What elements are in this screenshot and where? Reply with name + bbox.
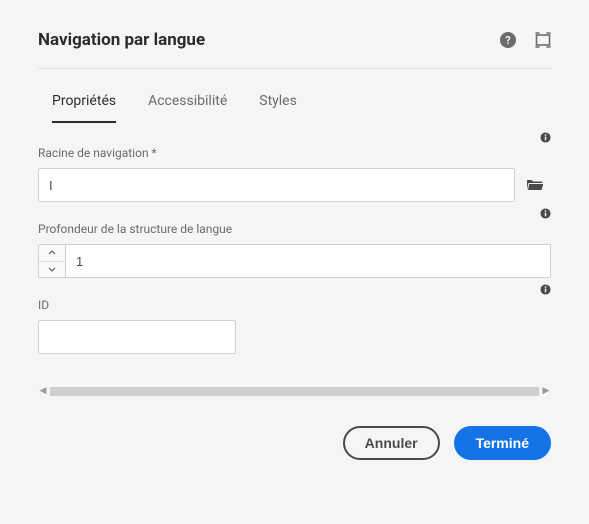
cancel-button[interactable]: Annuler [343, 426, 440, 460]
tab-styles[interactable]: Styles [259, 93, 297, 123]
scrollbar-thumb[interactable] [50, 387, 539, 396]
dialog-container: Navigation par langue ? Propriétés Acces… [0, 0, 589, 480]
id-input[interactable] [38, 320, 236, 354]
stepper-controls [38, 244, 66, 278]
svg-text:?: ? [505, 34, 511, 47]
tab-properties[interactable]: Propriétés [52, 93, 116, 123]
scroll-left-icon[interactable]: ◀ [38, 386, 48, 396]
form-panel: Racine de navigation * Profondeur de la … [38, 146, 551, 398]
header-actions: ? [499, 31, 551, 49]
dialog-header: Navigation par langue ? [38, 30, 551, 69]
chevron-down-icon[interactable] [39, 262, 65, 278]
scroll-right-icon[interactable]: ▶ [541, 386, 551, 396]
dialog-title: Navigation par langue [38, 30, 205, 50]
folder-open-icon[interactable] [519, 168, 551, 202]
tab-accessibility[interactable]: Accessibilité [148, 93, 227, 123]
done-button[interactable]: Terminé [454, 426, 551, 460]
tab-list: Propriétés Accessibilité Styles [38, 93, 551, 124]
dialog-footer: Annuler Terminé [38, 426, 551, 460]
help-icon[interactable]: ? [499, 31, 517, 49]
id-label: ID [38, 298, 551, 312]
nav-root-label: Racine de navigation * [38, 146, 551, 160]
fullscreen-icon[interactable] [535, 32, 551, 48]
structure-depth-input[interactable] [66, 244, 551, 278]
structure-depth-label: Profondeur de la structure de langue [38, 222, 551, 236]
info-icon[interactable] [540, 284, 551, 298]
info-icon[interactable] [540, 208, 551, 222]
chevron-up-icon[interactable] [39, 245, 65, 262]
field-nav-root: Racine de navigation * [38, 146, 551, 202]
info-icon[interactable] [540, 132, 551, 146]
field-structure-depth: Profondeur de la structure de langue [38, 222, 551, 278]
nav-root-input[interactable] [38, 168, 515, 202]
horizontal-scrollbar[interactable]: ◀ ▶ [38, 384, 551, 398]
field-id: ID [38, 298, 551, 354]
